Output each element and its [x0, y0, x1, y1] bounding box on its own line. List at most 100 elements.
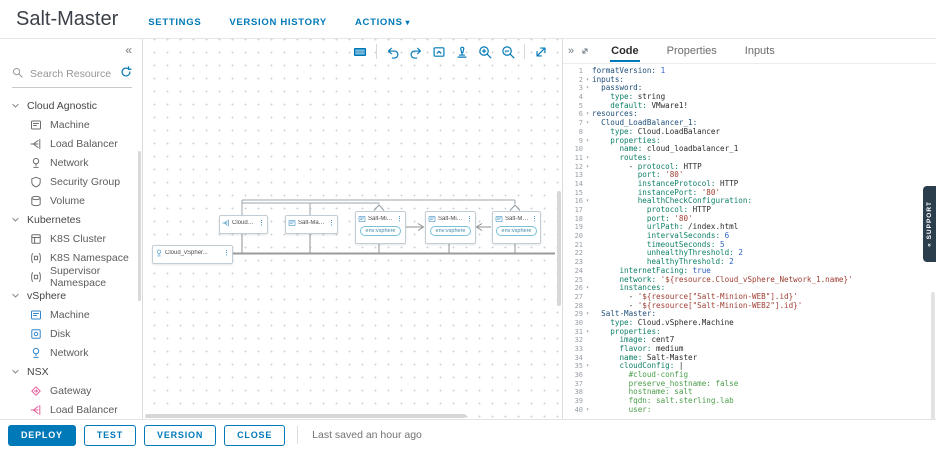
canvas-node-cloud-loadbalancer[interactable]: Cloud_LoadBal...⋮ — [219, 215, 268, 234]
fold-caret-icon[interactable]: ▾ — [583, 328, 592, 337]
load-balancer-icon — [30, 138, 42, 150]
maximize-panel-icon[interactable] — [580, 46, 590, 56]
node-menu-icon[interactable]: ⋮ — [396, 216, 403, 223]
close-button[interactable]: CLOSE — [224, 425, 285, 446]
sidebar-item-nsx-gateway[interactable]: Gateway — [0, 381, 142, 400]
sidebar-item-cloud-agnostic-machine[interactable]: Machine — [0, 115, 142, 134]
tab-inputs[interactable]: Inputs — [744, 41, 776, 62]
chevron-down-icon — [11, 215, 20, 224]
menu-actions[interactable]: ACTIONS ▾ — [355, 17, 410, 28]
fold-caret-icon[interactable]: ▾ — [583, 76, 592, 85]
fold-caret-icon[interactable]: ▾ — [583, 406, 592, 415]
network-icon — [30, 157, 42, 169]
sidebar-item-cloud-agnostic-network[interactable]: Network — [0, 153, 142, 172]
canvas-node-salt-minion-sql[interactable]: Salt-Minion-SQL⋮env:vsphere — [425, 211, 476, 244]
chevron-down-icon — [11, 291, 20, 300]
save-status: Last saved an hour ago — [312, 429, 422, 441]
fold-caret-icon[interactable]: ▾ — [583, 154, 592, 163]
tab-code[interactable]: Code — [610, 41, 640, 62]
line-number: 3 — [563, 84, 583, 93]
expand-panel-icon[interactable]: » — [568, 45, 574, 57]
line-number: 6 — [563, 110, 583, 119]
canvas-node-salt-minion-web[interactable]: Salt-Minion-W...⋮env:vsphere — [355, 211, 406, 244]
node-label: Cloud_vSpher... — [165, 250, 221, 256]
fold-caret-icon[interactable]: ▾ — [583, 310, 592, 319]
line-number: 17 — [563, 206, 583, 215]
section-vsphere[interactable]: vSphere — [0, 286, 142, 305]
resource-sidebar: « Cloud AgnosticMachineLoad BalancerNetw… — [0, 39, 143, 420]
node-menu-icon[interactable]: ⋮ — [223, 250, 230, 257]
refresh-icon[interactable] — [120, 65, 132, 83]
section-nsx[interactable]: NSX — [0, 362, 142, 381]
fold-spacer — [583, 345, 592, 354]
canvas-node-cloud-vsphere-network[interactable]: Cloud_vSpher...⋮ — [152, 245, 233, 264]
menu-settings[interactable]: SETTINGS — [148, 17, 201, 28]
namespace-icon — [30, 252, 42, 264]
fold-spacer — [583, 93, 592, 102]
fold-caret-icon[interactable]: ▾ — [583, 284, 592, 293]
sidebar-item-nsx-load-balancer[interactable]: Load Balancer — [0, 400, 142, 419]
fold-caret-icon[interactable]: ▾ — [583, 119, 592, 128]
code-scrollbar[interactable] — [931, 292, 935, 420]
canvas-hscrollbar[interactable] — [145, 414, 556, 418]
support-tab[interactable]: « SUPPORT — [923, 186, 936, 262]
footer-bar: DEPLOY TEST VERSION CLOSE Last saved an hou… — [0, 419, 936, 450]
sidebar-item-label: Gateway — [50, 385, 91, 397]
node-menu-icon[interactable]: ⋮ — [466, 216, 473, 223]
sidebar-item-label: Load Balancer — [50, 404, 118, 416]
line-number: 29 — [563, 310, 583, 319]
section-cloud-agnostic[interactable]: Cloud Agnostic — [0, 96, 142, 115]
canvas-node-salt-minion-web2[interactable]: Salt-Minion-W...⋮env:vsphere — [492, 211, 541, 244]
node-label: Salt-Minion-SQL — [438, 216, 464, 222]
section-kubernetes[interactable]: Kubernetes — [0, 210, 142, 229]
search-input[interactable] — [28, 67, 115, 81]
chevron-down-icon: ▾ — [403, 18, 411, 27]
node-menu-icon[interactable]: ⋮ — [258, 220, 265, 227]
sidebar-item-vsphere-disk[interactable]: Disk — [0, 324, 142, 343]
menu-version-history[interactable]: VERSION HISTORY — [229, 17, 327, 28]
canvas-vscrollbar[interactable] — [557, 191, 561, 306]
node-label: Salt-Minion-W... — [368, 216, 394, 222]
k8s-cluster-icon — [30, 233, 42, 245]
sidebar-scrollbar[interactable] — [138, 151, 141, 301]
sidebar-item-cloud-agnostic-volume[interactable]: Volume — [0, 191, 142, 210]
line-number: 27 — [563, 293, 583, 302]
sidebar-item-kubernetes-k8s-cluster[interactable]: K8S Cluster — [0, 229, 142, 248]
fold-caret-icon[interactable]: ▾ — [583, 110, 592, 119]
sidebar-item-vsphere-machine[interactable]: Machine — [0, 305, 142, 324]
tab-properties[interactable]: Properties — [666, 41, 718, 62]
sidebar-item-cloud-agnostic-security-group[interactable]: Security Group — [0, 172, 142, 191]
section-label: Cloud Agnostic — [27, 100, 97, 112]
fold-caret-icon[interactable]: ▾ — [583, 362, 592, 371]
line-number: 4 — [563, 93, 583, 102]
line-number: 15 — [563, 189, 583, 198]
design-canvas[interactable]: Cloud_LoadBal...⋮ Salt-Master⋮ Salt-Minion… — [143, 39, 562, 420]
code-line: 40▾ user: — [563, 406, 936, 415]
node-menu-icon[interactable]: ⋮ — [328, 220, 335, 227]
deploy-button[interactable]: DEPLOY — [8, 425, 76, 446]
sidebar-item-kubernetes-supervisor-namespace[interactable]: Supervisor Namespace — [0, 267, 142, 286]
fold-spacer — [583, 354, 592, 363]
version-button[interactable]: VERSION — [144, 425, 216, 446]
collapse-sidebar-icon[interactable]: « — [125, 43, 132, 57]
canvas-node-salt-master[interactable]: Salt-Master⋮ — [285, 215, 338, 234]
test-button[interactable]: TEST — [84, 425, 136, 446]
line-number: 24 — [563, 267, 583, 276]
sidebar-item-label: Volume — [50, 195, 85, 207]
fold-spacer — [583, 232, 592, 241]
fold-caret-icon[interactable]: ▾ — [583, 197, 592, 206]
fold-caret-icon[interactable]: ▾ — [583, 84, 592, 93]
fold-caret-icon[interactable]: ▾ — [583, 137, 592, 146]
resource-tree: Cloud AgnosticMachineLoad BalancerNetwor… — [0, 96, 142, 420]
node-menu-icon[interactable]: ⋮ — [531, 216, 538, 223]
fold-spacer — [583, 67, 592, 76]
fold-caret-icon[interactable]: ▾ — [583, 163, 592, 172]
line-number: 7 — [563, 119, 583, 128]
network-icon — [155, 249, 163, 257]
page-title: Salt-Master — [16, 0, 118, 38]
sidebar-item-cloud-agnostic-load-balancer[interactable]: Load Balancer — [0, 134, 142, 153]
line-number: 18 — [563, 215, 583, 224]
code-editor[interactable]: 1formatVersion: 12▾inputs:3▾ password:4 … — [563, 64, 936, 420]
load-balancer-icon — [30, 404, 42, 416]
sidebar-item-vsphere-network[interactable]: Network — [0, 343, 142, 362]
